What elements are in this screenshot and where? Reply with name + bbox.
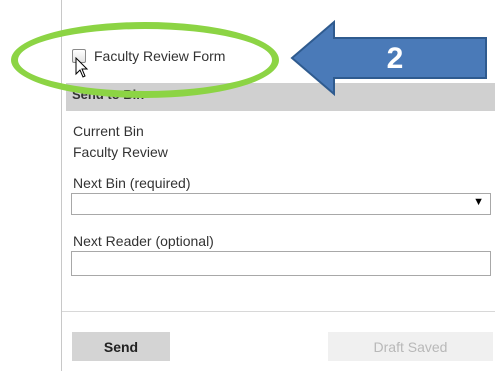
- dropdown-arrow-icon[interactable]: ▼: [473, 196, 484, 208]
- current-bin-value: Faculty Review: [73, 144, 168, 160]
- next-bin-select[interactable]: ▼: [71, 193, 491, 215]
- next-reader-input[interactable]: [71, 251, 491, 276]
- form-divider: [62, 311, 495, 312]
- draft-saved-button: Draft Saved: [328, 332, 493, 361]
- next-reader-label: Next Reader (optional): [73, 233, 214, 249]
- current-bin-label: Current Bin: [73, 123, 144, 139]
- callout-number: 2: [386, 42, 404, 75]
- highlight-ellipse: [11, 22, 279, 98]
- next-bin-label: Next Bin (required): [73, 175, 191, 191]
- send-button[interactable]: Send: [72, 332, 170, 361]
